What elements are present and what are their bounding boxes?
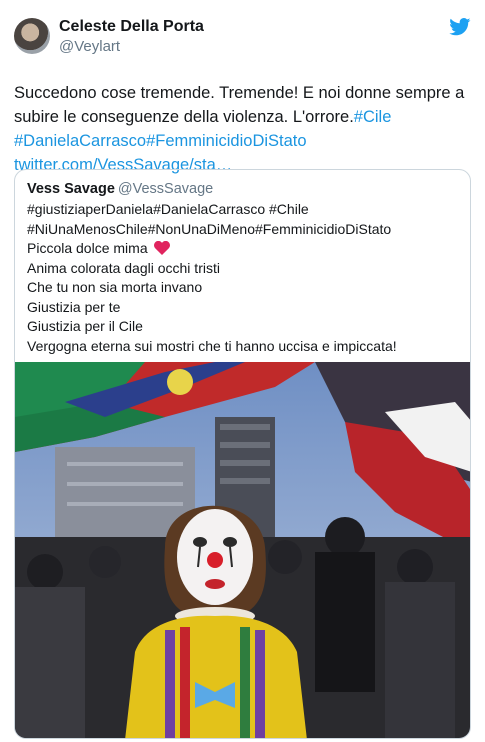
hashtag-cile-link[interactable]: #Cile (354, 108, 392, 126)
protest-photo-illustration (15, 362, 470, 738)
hashtag-femminicidiodistato-link[interactable]: #FemminicidioDiStato (146, 132, 306, 150)
quoted-author-display-name[interactable]: Vess Savage (27, 181, 115, 197)
quoted-line-6: Giustizia per te (27, 298, 121, 315)
twitter-bird-icon[interactable] (449, 18, 471, 36)
author-display-name[interactable]: Celeste Della Porta (59, 17, 204, 37)
quoted-author-handle[interactable]: @VessSavage (118, 181, 213, 197)
quoted-line-4: Anima colorata dagli occhi tristi (27, 259, 220, 276)
quoted-line-7: Giustizia per il Cile (27, 318, 143, 334)
quoted-line-8: Vergogna eterna sui mostri che ti hanno … (27, 337, 397, 354)
tweet-card: Celeste Della Porta @Veylart Succedono c… (0, 0, 485, 742)
quoted-line-3: Piccola dolce mima (27, 239, 458, 259)
author-handle[interactable]: @Veylart (59, 37, 204, 56)
quoted-line-hashtags-1: #giustiziaperDaniela#DanielaCarrasco #Ch… (27, 201, 309, 217)
quoted-tweet[interactable]: Vess Savage @VessSavage #giustiziaperDani… (14, 169, 471, 739)
tweet-body-text: Succedono cose tremende. Tremende! E noi… (14, 84, 465, 126)
quoted-line-5: Che tu non sia morta invano (27, 279, 203, 295)
quoted-tweet-header: Vess Savage @VessSavage (27, 180, 458, 198)
hashtag-danielacarrasco-link[interactable]: #DanielaCarrasco (14, 132, 146, 150)
quoted-line-hashtags-2: #NiUnaMenosChile#NonUnaDiMeno#Femminicid… (27, 220, 392, 237)
quoted-tweet-body: Vess Savage @VessSavage #giustiziaperDani… (15, 170, 470, 356)
quoted-tweet-photo[interactable] (15, 362, 470, 738)
tweet-header: Celeste Della Porta @Veylart (14, 15, 471, 57)
red-heart-icon (153, 241, 170, 255)
author-names: Celeste Della Porta @Veylart (59, 17, 204, 56)
avatar[interactable] (14, 18, 50, 54)
tweet-text: Succedono cose tremende. Tremende! E noi… (14, 81, 474, 177)
quoted-tweet-text: #giustiziaperDaniela#DanielaCarrasco #Ch… (27, 200, 458, 356)
quoted-line-3-text: Piccola dolce mima (27, 240, 148, 256)
